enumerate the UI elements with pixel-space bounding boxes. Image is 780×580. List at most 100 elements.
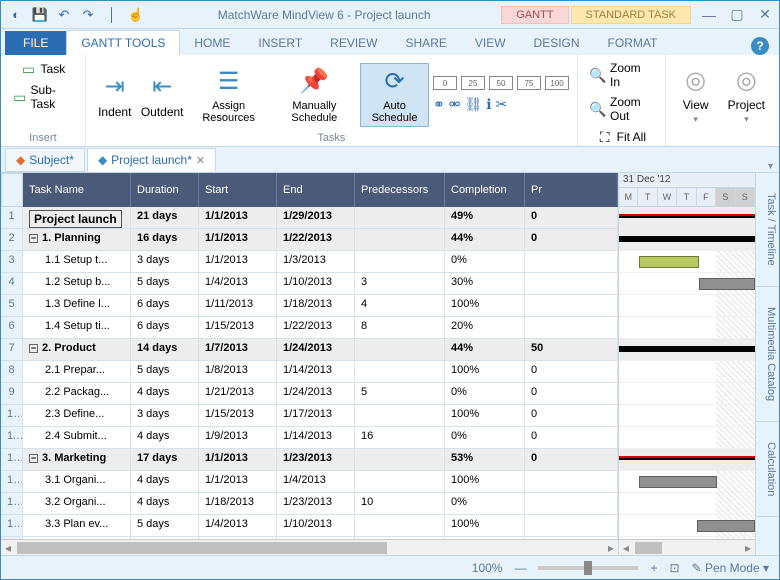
zoom-in-button[interactable]: 🔍Zoom In: [586, 59, 657, 91]
gantt-row[interactable]: [619, 229, 755, 251]
gantt-row[interactable]: [619, 471, 755, 493]
zoom-slider[interactable]: [538, 566, 638, 570]
table-row[interactable]: 102.3 Define...3 days1/15/20131/17/20131…: [1, 405, 618, 427]
subtask-button[interactable]: ▭Sub-Task: [9, 81, 77, 113]
tab-view[interactable]: VIEW: [461, 31, 520, 55]
tab-share[interactable]: SHARE: [392, 31, 461, 55]
quick-access-toolbar: ◐ 💾 ↶ ↷ │ ☝: [1, 4, 147, 26]
col-predecessors[interactable]: Predecessors: [355, 173, 445, 207]
tab-dropdown-icon[interactable]: ▾: [768, 161, 773, 172]
tab-format[interactable]: FORMAT: [594, 31, 672, 55]
table-row[interactable]: 133.1 Organi...4 days1/1/20131/4/2013100…: [1, 471, 618, 493]
gantt-row[interactable]: [619, 405, 755, 427]
redo-icon[interactable]: ↷: [77, 4, 99, 26]
close-icon[interactable]: ✕: [751, 3, 779, 27]
pushpin-icon: 📌: [298, 66, 330, 98]
maximize-icon[interactable]: ▢: [723, 3, 751, 27]
col-end[interactable]: End: [277, 173, 355, 207]
tab-file[interactable]: FILE: [5, 31, 66, 55]
undo-icon[interactable]: ↶: [53, 4, 75, 26]
pct-0-button[interactable]: 0: [433, 76, 457, 90]
gantt-row[interactable]: [619, 537, 755, 539]
table-row[interactable]: 82.1 Prepar...5 days1/8/20131/14/2013100…: [1, 361, 618, 383]
split-icon[interactable]: ✂: [496, 96, 508, 113]
table-row[interactable]: 1Project launch21 days1/1/20131/29/20134…: [1, 207, 618, 229]
zoom-minus-icon[interactable]: —: [514, 561, 526, 575]
pct-75-button[interactable]: 75: [517, 76, 541, 90]
table-row[interactable]: 112.4 Submit...4 days1/9/20131/14/201316…: [1, 427, 618, 449]
fit-all-button[interactable]: ⛶Fit All: [593, 127, 650, 147]
pct-25-button[interactable]: 25: [461, 76, 485, 90]
close-tab-icon[interactable]: ✕: [196, 154, 205, 167]
col-duration[interactable]: Duration: [131, 173, 199, 207]
zoom-plus-icon[interactable]: +: [650, 561, 657, 575]
gantt-row[interactable]: [619, 361, 755, 383]
pct-100-button[interactable]: 100: [545, 76, 569, 90]
table-row[interactable]: 12−3. Marketing17 days1/1/20131/23/20135…: [1, 449, 618, 471]
grid-hscrollbar[interactable]: ◂▸: [1, 539, 618, 555]
doc-tab-subject[interactable]: ◆Subject*: [5, 148, 85, 172]
status-bar: 100% — + ⊡ ✎ Pen Mode ▾: [1, 555, 779, 579]
tab-design[interactable]: DESIGN: [520, 31, 594, 55]
table-row[interactable]: 61.4 Setup ti...6 days1/15/20131/22/2013…: [1, 317, 618, 339]
gantt-row[interactable]: [619, 427, 755, 449]
task-button[interactable]: ▭Task: [17, 59, 70, 79]
col-start[interactable]: Start: [199, 173, 277, 207]
grid-body[interactable]: 1Project launch21 days1/1/20131/29/20134…: [1, 207, 618, 539]
fit-icon: ⛶: [597, 129, 613, 145]
view-button[interactable]: ◎View▾: [674, 62, 718, 127]
side-tab-timeline[interactable]: Task / Timeline: [756, 173, 779, 287]
project-button[interactable]: ◎Project▾: [722, 62, 771, 127]
app-icon[interactable]: ◐: [5, 4, 27, 26]
row-header-corner[interactable]: [1, 173, 23, 207]
constraint-icon[interactable]: ⛓: [464, 96, 482, 113]
gantt-row[interactable]: [619, 493, 755, 515]
minimize-icon[interactable]: —: [695, 3, 723, 27]
info-icon[interactable]: ℹ: [486, 96, 491, 113]
table-row[interactable]: 41.2 Setup b...5 days1/4/20131/10/201333…: [1, 273, 618, 295]
pen-mode-button[interactable]: ✎ Pen Mode ▾: [692, 561, 769, 575]
outdent-button[interactable]: ⇤Outdent: [140, 69, 185, 121]
col-completion[interactable]: Completion: [445, 173, 525, 207]
pct-50-button[interactable]: 50: [489, 76, 513, 90]
table-row[interactable]: 143.2 Organi...4 days1/18/20131/23/20131…: [1, 493, 618, 515]
gantt-row[interactable]: [619, 317, 755, 339]
manually-schedule-button[interactable]: 📌Manually Schedule: [273, 64, 356, 126]
table-row[interactable]: 2−1. Planning16 days1/1/20131/22/201344%…: [1, 229, 618, 251]
gantt-row[interactable]: [619, 207, 755, 229]
gantt-row[interactable]: [619, 251, 755, 273]
tab-home[interactable]: HOME: [180, 31, 244, 55]
side-tab-calculation[interactable]: Calculation: [756, 422, 779, 517]
doc-tab-project-launch[interactable]: ◆Project launch*✕: [87, 148, 216, 172]
zoom-out-button[interactable]: 🔍Zoom Out: [586, 93, 657, 125]
gantt-timescale[interactable]: 31 Dec '12 MTWTFSS: [619, 173, 755, 207]
indent-button[interactable]: ⇥Indent: [94, 69, 136, 121]
table-row[interactable]: 31.1 Setup t...3 days1/1/20131/3/20130%: [1, 251, 618, 273]
gantt-row[interactable]: [619, 449, 755, 471]
gantt-row[interactable]: [619, 339, 755, 361]
assign-resources-button[interactable]: ☰Assign Resources: [189, 64, 269, 126]
gantt-row[interactable]: [619, 515, 755, 537]
gantt-body[interactable]: [619, 207, 755, 539]
touch-mode-icon[interactable]: ☝: [125, 4, 147, 26]
gantt-row[interactable]: [619, 273, 755, 295]
gantt-hscrollbar[interactable]: ◂▸: [619, 539, 755, 555]
table-row[interactable]: 92.2 Packag...4 days1/21/20131/24/201350…: [1, 383, 618, 405]
zoom-fit-icon[interactable]: ⊡: [669, 561, 679, 575]
col-priority[interactable]: Pr: [525, 173, 618, 207]
table-row[interactable]: 7−2. Product14 days1/7/20131/24/201344%5…: [1, 339, 618, 361]
tab-review[interactable]: REVIEW: [316, 31, 391, 55]
side-tab-multimedia[interactable]: Multimedia Catalog: [756, 287, 779, 422]
gantt-row[interactable]: [619, 383, 755, 405]
auto-schedule-button[interactable]: ⟳Auto Schedule: [360, 63, 429, 127]
save-icon[interactable]: 💾: [29, 4, 51, 26]
table-row[interactable]: 51.3 Define l...6 days1/11/20131/18/2013…: [1, 295, 618, 317]
link-icon[interactable]: ⚭: [433, 96, 445, 113]
unlink-icon[interactable]: ⚮: [449, 96, 461, 113]
col-task-name[interactable]: Task Name: [23, 173, 131, 207]
gantt-row[interactable]: [619, 295, 755, 317]
help-icon[interactable]: ?: [751, 37, 769, 55]
tab-insert[interactable]: INSERT: [244, 31, 316, 55]
tab-gantt-tools[interactable]: GANTT TOOLS: [66, 30, 180, 55]
table-row[interactable]: 153.3 Plan ev...5 days1/4/20131/10/20131…: [1, 515, 618, 537]
